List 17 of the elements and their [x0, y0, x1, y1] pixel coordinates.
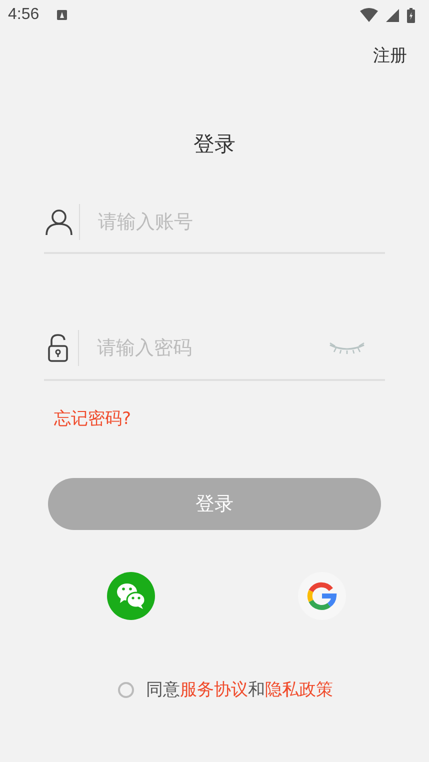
- wifi-icon: [360, 8, 378, 22]
- policy-link[interactable]: 隐私政策: [265, 678, 333, 701]
- agree-checkbox[interactable]: [118, 682, 134, 698]
- agreement-text: 同意: [146, 679, 180, 701]
- page-title: 登录: [194, 131, 236, 158]
- agreement-text: 和: [248, 679, 265, 701]
- closed-eye-icon[interactable]: [329, 342, 365, 354]
- forgot-password-link[interactable]: 忘记密码?: [54, 407, 132, 430]
- signal-icon: [386, 8, 399, 22]
- person-icon: [45, 208, 73, 236]
- notification-icon: [57, 10, 68, 20]
- padlock-icon: [48, 334, 68, 362]
- register-button[interactable]: 注册: [373, 42, 407, 68]
- status-time: 4:56: [8, 6, 40, 24]
- chat-bubbles-icon[interactable]: [107, 572, 155, 620]
- battery-icon: [407, 8, 415, 22]
- policy-link[interactable]: 服务协议: [180, 678, 248, 701]
